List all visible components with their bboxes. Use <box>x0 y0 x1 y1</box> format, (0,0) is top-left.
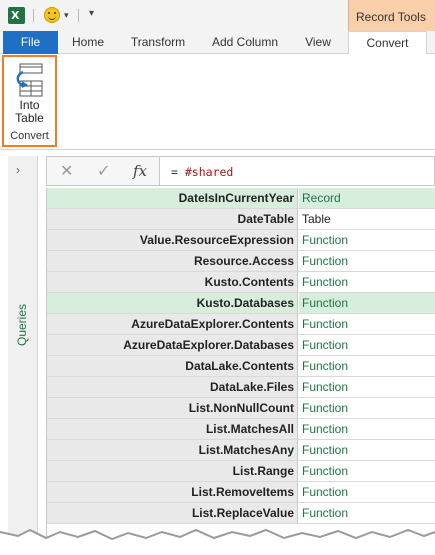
toolbar-separator <box>78 9 79 22</box>
table-row[interactable]: Resource.Access Function <box>47 251 435 272</box>
convert-group: Into Table Convert <box>2 55 57 147</box>
ribbon-tabs: File Home Transform Add Column View Conv… <box>0 31 435 55</box>
row-value-link[interactable]: Function <box>299 377 435 397</box>
row-name-cell[interactable]: Kusto.Contents <box>47 272 298 292</box>
row-name-cell[interactable]: DateTable <box>47 209 298 229</box>
torn-edge <box>0 528 435 555</box>
expand-chevron-icon[interactable]: › <box>16 163 20 177</box>
confirm-icon[interactable]: ✓ <box>97 161 110 181</box>
row-value-link[interactable]: Function <box>299 482 435 502</box>
table-row[interactable]: AzureDataExplorer.Databases Function <box>47 335 435 356</box>
table-row[interactable]: Kusto.Contents Function <box>47 272 435 293</box>
tab-file[interactable]: File <box>3 31 58 54</box>
row-name-cell[interactable]: AzureDataExplorer.Contents <box>47 314 298 334</box>
customize-toolbar-icon[interactable]: ▾ <box>89 8 94 19</box>
row-value-link[interactable]: Function <box>299 419 435 439</box>
row-value-link[interactable]: Function <box>299 293 435 313</box>
smiley-feedback-icon[interactable] <box>44 7 60 23</box>
table-row[interactable]: List.Range Function <box>47 461 435 482</box>
record-grid: DateIsInCurrentYear Record DateTable Table V… <box>46 188 435 538</box>
feedback-dropdown-icon[interactable]: ▾ <box>64 10 69 21</box>
queries-pane-label[interactable]: Queries <box>15 304 29 346</box>
formula-buttons: ✕ ✓ fx <box>47 157 160 185</box>
row-name-cell[interactable]: Kusto.Databases <box>47 293 298 313</box>
formula-equals: = <box>171 165 178 179</box>
row-name-cell[interactable]: Resource.Access <box>47 251 298 271</box>
row-name-cell[interactable]: AzureDataExplorer.Databases <box>47 335 298 355</box>
row-value-link[interactable]: Function <box>299 230 435 250</box>
quick-access-toolbar: X ▾ ▾ Record Tools <box>0 0 435 31</box>
row-value-link[interactable]: Function <box>299 272 435 292</box>
row-name-cell[interactable]: List.RemoveItems <box>47 482 298 502</box>
table-row[interactable]: Kusto.Databases Function <box>47 293 435 314</box>
row-name-cell[interactable]: List.MatchesAll <box>47 419 298 439</box>
row-name-cell[interactable]: DateIsInCurrentYear <box>47 188 298 208</box>
context-tab-group: Record Tools <box>348 0 435 31</box>
formula-input[interactable]: = #shared <box>171 165 233 179</box>
tab-view[interactable]: View <box>296 31 340 54</box>
formula-expression: #shared <box>184 165 234 179</box>
row-value-link[interactable]: Function <box>299 335 435 355</box>
row-value-link[interactable]: Function <box>299 251 435 271</box>
tab-add-column[interactable]: Add Column <box>206 31 284 54</box>
group-label: Convert <box>10 130 49 142</box>
insert-function-icon[interactable]: fx <box>133 162 147 180</box>
row-value-link[interactable]: Table <box>299 209 435 229</box>
row-value-link[interactable]: Function <box>299 356 435 376</box>
formula-bar: ✕ ✓ fx = #shared <box>46 156 435 186</box>
ribbon: Into Table Convert <box>0 54 435 150</box>
row-name-cell[interactable]: List.Range <box>47 461 298 481</box>
cancel-icon[interactable]: ✕ <box>60 161 73 181</box>
table-row[interactable]: List.MatchesAny Function <box>47 440 435 461</box>
row-value-link[interactable]: Function <box>299 461 435 481</box>
table-row[interactable]: Value.ResourceExpression Function <box>47 230 435 251</box>
table-row[interactable]: DataLake.Files Function <box>47 377 435 398</box>
row-name-cell[interactable]: List.NonNullCount <box>47 398 298 418</box>
excel-app-icon[interactable]: X <box>8 7 25 24</box>
table-row[interactable]: DataLake.Contents Function <box>47 356 435 377</box>
tab-convert[interactable]: Convert <box>348 31 427 55</box>
row-value-link[interactable]: Function <box>299 440 435 460</box>
row-name-cell[interactable]: List.MatchesAny <box>47 440 298 460</box>
table-row[interactable]: DateIsInCurrentYear Record <box>47 188 435 209</box>
table-row[interactable]: List.MatchesAll Function <box>47 419 435 440</box>
tab-transform[interactable]: Transform <box>122 31 194 54</box>
table-row[interactable]: List.RemoveItems Function <box>47 482 435 503</box>
queries-pane: › Queries <box>8 156 38 555</box>
tab-home[interactable]: Home <box>62 31 114 54</box>
table-row[interactable]: List.NonNullCount Function <box>47 398 435 419</box>
row-name-cell[interactable]: DataLake.Files <box>47 377 298 397</box>
table-row[interactable]: DateTable Table <box>47 209 435 230</box>
row-name-cell[interactable]: DataLake.Contents <box>47 356 298 376</box>
row-value-link[interactable]: Function <box>299 314 435 334</box>
table-row[interactable]: AzureDataExplorer.Contents Function <box>47 314 435 335</box>
into-table-icon <box>16 63 43 97</box>
row-name-cell[interactable]: Value.ResourceExpression <box>47 230 298 250</box>
row-value-link[interactable]: Function <box>299 398 435 418</box>
context-group-label: Record Tools <box>356 10 426 24</box>
row-value-link[interactable]: Record <box>299 188 435 208</box>
toolbar-separator <box>33 9 34 22</box>
into-table-label: Into Table <box>15 98 44 125</box>
